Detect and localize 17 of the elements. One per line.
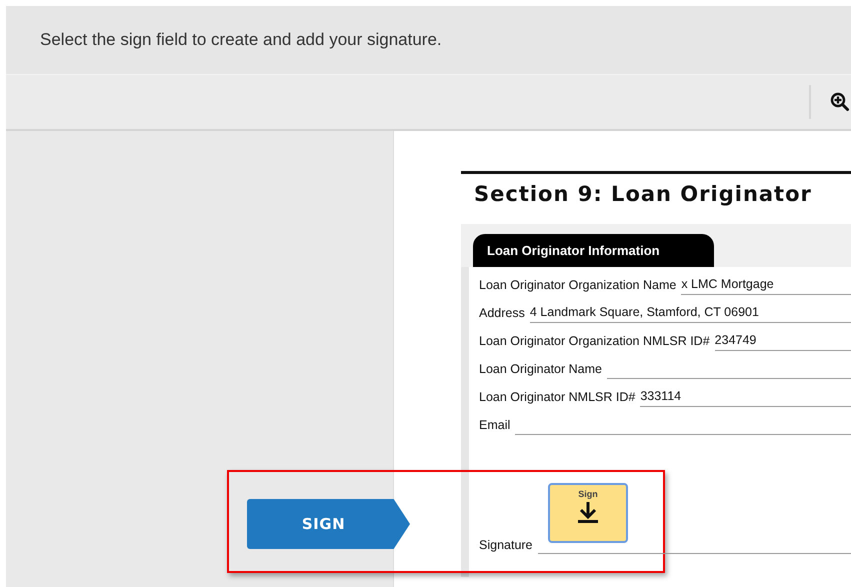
input-field[interactable]: 234749 (714, 333, 851, 351)
download-arrow-icon (576, 501, 600, 523)
field-label: Loan Originator Organization NMLSR ID# (479, 334, 710, 350)
zoom-in-icon[interactable] (829, 91, 851, 113)
field-label: Email (479, 418, 510, 434)
field-label: Loan Originator Name (479, 362, 602, 378)
field-label: Address (479, 306, 525, 322)
input-field[interactable]: x LMC Mortgage (681, 277, 851, 295)
sign-field[interactable]: Sign (548, 483, 628, 543)
section-title: Section 9: Loan Originator (473, 181, 813, 208)
input-field[interactable]: 4 Landmark Square, Stamford, CT 06901 (530, 305, 851, 323)
field-label: Loan Originator NMLSR ID# (479, 390, 636, 406)
field-label: Loan Originator Organization Name (479, 278, 676, 294)
input-field[interactable]: 333114 (640, 389, 851, 407)
field-label: Signature (479, 538, 533, 554)
instruction-text: Select the sign field to create and add your signature. (40, 30, 442, 50)
sign-button[interactable]: SIGN (247, 499, 410, 549)
